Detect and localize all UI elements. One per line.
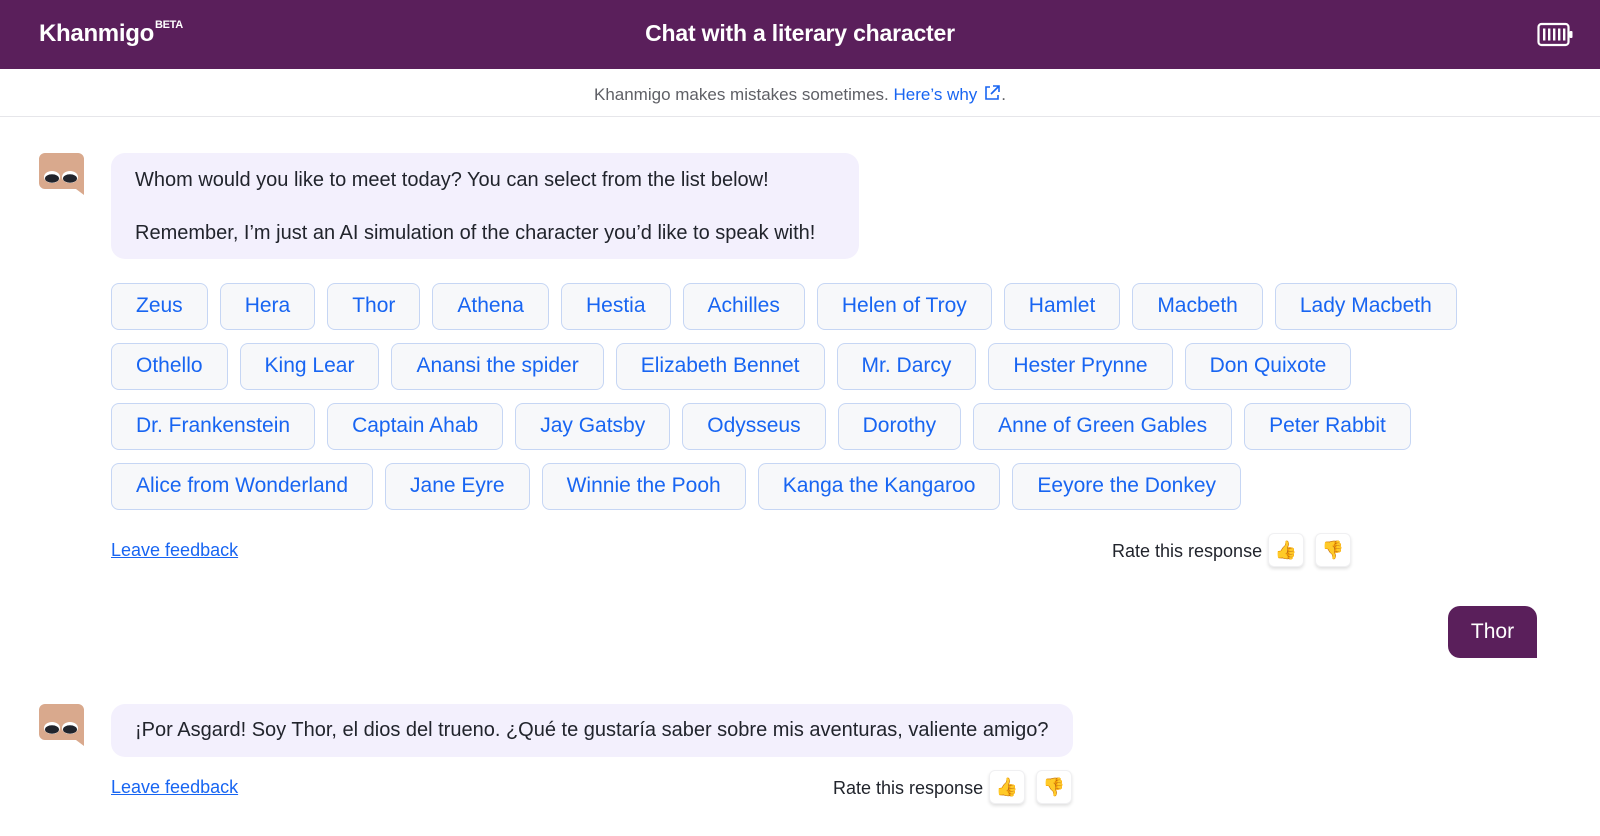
disclaimer-text: Khanmigo makes mistakes sometimes.: [593, 85, 889, 104]
thumbs-down-icon: 👎: [1042, 776, 1066, 797]
thumbs-up-button[interactable]: 👍: [1268, 533, 1304, 567]
character-chip-athena[interactable]: Athena: [432, 283, 549, 330]
character-chip-elizabeth-bennet[interactable]: Elizabeth Bennet: [615, 343, 825, 390]
chip-row: Othello King Lear Anansi the spider Eliz…: [111, 343, 1471, 390]
character-chip-odysseus[interactable]: Odysseus: [682, 403, 826, 450]
character-chip-othello[interactable]: Othello: [111, 343, 228, 390]
thumbs-down-button[interactable]: 👎: [1036, 770, 1072, 804]
thumbs-up-button[interactable]: 👍: [989, 770, 1025, 804]
character-chip-thor[interactable]: Thor: [327, 283, 421, 330]
character-chip-dorothy[interactable]: Dorothy: [837, 403, 962, 450]
leave-feedback-link[interactable]: Leave feedback: [111, 777, 238, 798]
character-chip-winnie-the-pooh[interactable]: Winnie the Pooh: [541, 463, 746, 510]
character-chip-hera[interactable]: Hera: [219, 283, 316, 330]
disclaimer-bar: Khanmigo makes mistakes sometimes. Here’…: [0, 69, 1600, 117]
chip-row: Zeus Hera Thor Athena Hestia Achilles He…: [111, 283, 1471, 330]
disclaimer-suffix: .: [1001, 85, 1007, 104]
character-chip-anansi[interactable]: Anansi the spider: [391, 343, 604, 390]
character-chip-helen-of-troy[interactable]: Helen of Troy: [816, 283, 992, 330]
character-chip-anne-of-green-gables[interactable]: Anne of Green Gables: [973, 403, 1233, 450]
character-chip-peter-rabbit[interactable]: Peter Rabbit: [1244, 403, 1411, 450]
character-chip-eeyore[interactable]: Eeyore the Donkey: [1012, 463, 1241, 510]
character-chip-captain-ahab[interactable]: Captain Ahab: [327, 403, 504, 450]
intro-line-2: Remember, I’m just an AI simulation of t…: [135, 222, 816, 244]
thumbs-up-icon: 👍: [995, 776, 1019, 797]
heres-why-label: Here’s why: [893, 85, 978, 104]
character-chip-macbeth[interactable]: Macbeth: [1132, 283, 1263, 330]
rate-response-label: Rate this response: [1112, 541, 1263, 561]
khanmigo-avatar: [39, 704, 84, 746]
khanmigo-avatar: [39, 153, 84, 195]
character-chip-hester-prynne[interactable]: Hester Prynne: [988, 343, 1173, 390]
character-chip-king-lear[interactable]: King Lear: [239, 343, 380, 390]
character-chip-hamlet[interactable]: Hamlet: [1003, 283, 1121, 330]
character-chip-kanga[interactable]: Kanga the Kangaroo: [757, 463, 1001, 510]
character-chip-don-quixote[interactable]: Don Quixote: [1184, 343, 1352, 390]
rate-response-label: Rate this response: [833, 778, 984, 798]
character-chip-lady-macbeth[interactable]: Lady Macbeth: [1274, 283, 1457, 330]
external-link-icon: [983, 84, 1001, 107]
thor-reply-text: ¡Por Asgard! Soy Thor, el dios del truen…: [135, 719, 1049, 741]
character-chip-zeus[interactable]: Zeus: [111, 283, 208, 330]
thumbs-down-icon: 👎: [1321, 539, 1345, 560]
thumbs-up-icon: 👍: [1274, 539, 1298, 560]
heres-why-link[interactable]: Here’s why: [894, 85, 1002, 104]
character-chip-mr-darcy[interactable]: Mr. Darcy: [836, 343, 977, 390]
character-chip-hestia[interactable]: Hestia: [560, 283, 671, 330]
battery-menu-icon[interactable]: [1537, 22, 1574, 48]
user-message: Thor: [1448, 606, 1537, 658]
character-chip-jane-eyre[interactable]: Jane Eyre: [385, 463, 530, 510]
chip-row: Alice from Wonderland Jane Eyre Winnie t…: [111, 463, 1471, 510]
character-chip-achilles[interactable]: Achilles: [682, 283, 805, 330]
thumbs-down-button[interactable]: 👎: [1315, 533, 1351, 567]
character-chip-alice[interactable]: Alice from Wonderland: [111, 463, 374, 510]
page-title: Chat with a literary character: [645, 20, 955, 46]
bot-message-thor: ¡Por Asgard! Soy Thor, el dios del truen…: [111, 704, 1073, 757]
character-chip-dr-frankenstein[interactable]: Dr. Frankenstein: [111, 403, 316, 450]
top-bar: KhanmigoBETA Chat with a literary charac…: [0, 0, 1600, 69]
leave-feedback-link[interactable]: Leave feedback: [111, 540, 238, 561]
intro-line-1: Whom would you like to meet today? You c…: [135, 169, 769, 191]
character-options: Zeus Hera Thor Athena Hestia Achilles He…: [111, 283, 1471, 523]
character-chip-jay-gatsby[interactable]: Jay Gatsby: [515, 403, 671, 450]
bot-message-intro: Whom would you like to meet today? You c…: [111, 153, 859, 259]
chip-row: Dr. Frankenstein Captain Ahab Jay Gatsby…: [111, 403, 1471, 450]
